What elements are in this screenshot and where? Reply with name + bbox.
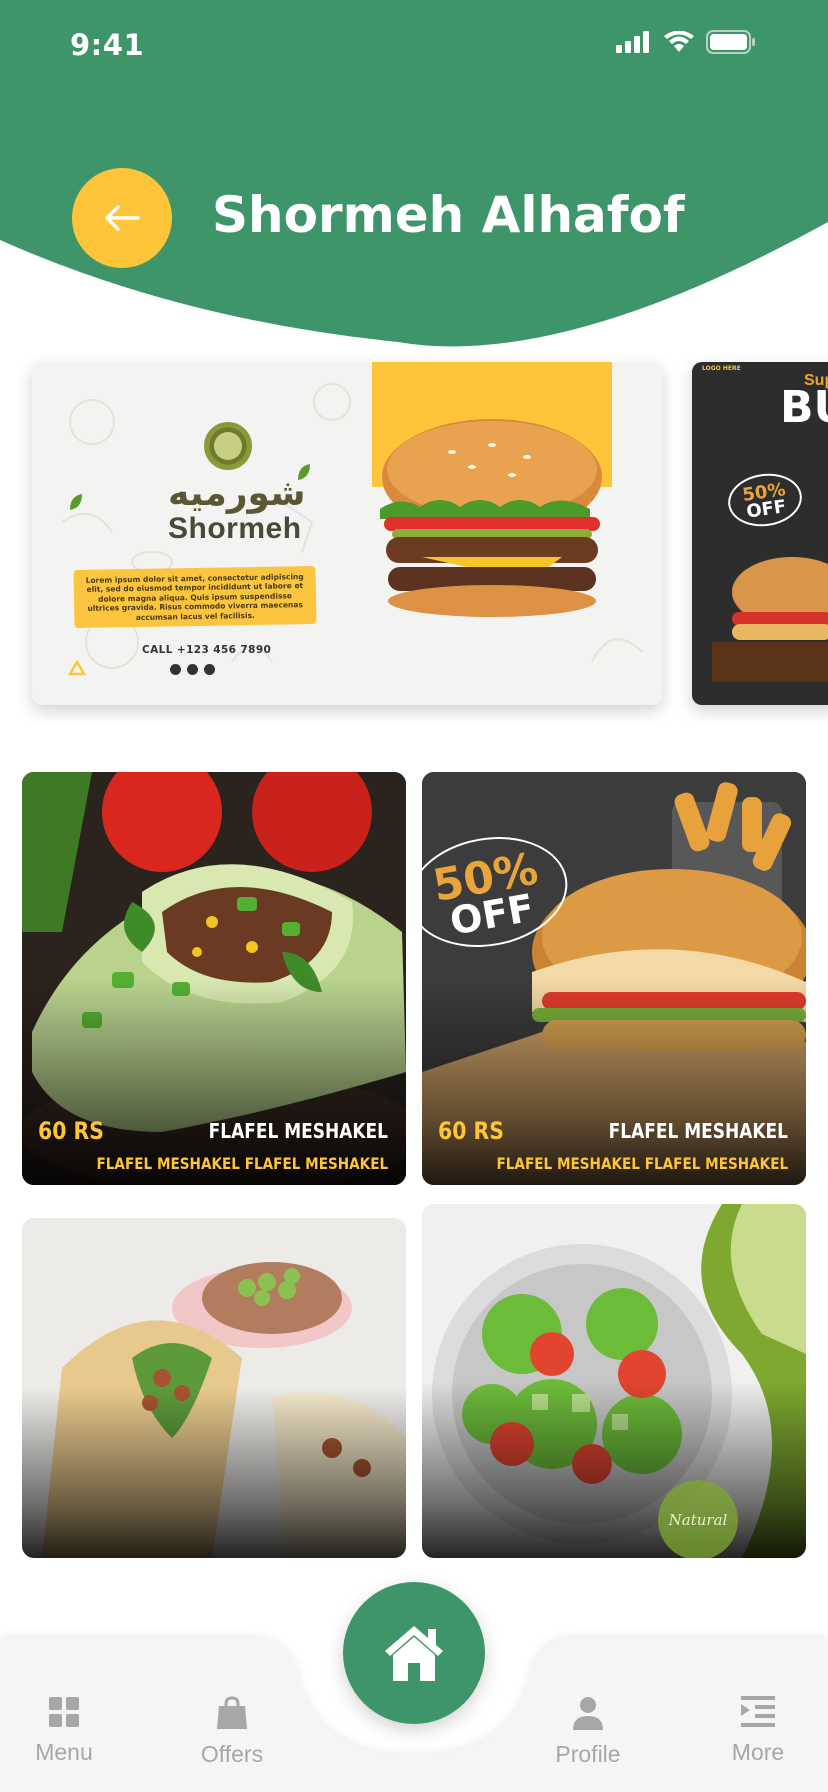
home-button[interactable] [343,1582,485,1724]
arrow-left-icon [105,205,140,231]
discount-badge: 50% OFF [724,469,806,531]
product-price: 60 RS [438,1117,504,1145]
burger-image [380,419,602,617]
grid-icon [49,1697,79,1727]
logo-placeholder: LOGO HERE [702,365,741,372]
nav-label: More [731,1739,785,1765]
product-card[interactable]: 50% OFF 60 RS FLAFEL MESHAKEL FLAFEL MES… [422,772,806,1185]
nav-item-profile[interactable]: Profile [528,1696,648,1768]
signal-icon [616,31,649,53]
battery-icon [706,30,755,54]
back-button[interactable] [72,168,172,268]
user-icon [573,1697,603,1730]
social-icons [170,664,215,675]
natural-stamp-text: Natural [668,1511,728,1529]
page-title: Shormeh Alhafof [212,186,685,244]
product-price: 60 RS [38,1117,104,1145]
shopping-bag-icon [217,1696,247,1729]
card-gradient [22,1388,406,1558]
status-time: 9:41 [70,28,145,62]
promo-banner-shormeh[interactable]: شورميه Shormeh Lorem ipsum dolor sit ame… [32,362,662,705]
status-icons [616,30,756,54]
promo-banner-burger-offer[interactable]: LOGO HERE Sup BU 50% OFF [692,362,828,705]
leaf-icon [298,464,310,480]
triangle-icon [68,660,86,676]
nav-item-offers[interactable]: Offers [172,1696,292,1768]
banner-title: BU [780,382,828,433]
home-icon [385,1626,443,1681]
nav-item-more[interactable]: More [698,1696,818,1766]
product-name: FLAFEL MESHAKEL [208,1119,388,1143]
facebook-icon [187,664,198,675]
twitter-icon [170,664,181,675]
burger-image [712,557,828,682]
product-description: FLAFEL MESHAKEL FLAFEL MESHAKEL [96,1154,388,1173]
natural-stamp: Natural [658,1480,738,1558]
list-icon [741,1696,775,1727]
instagram-icon [204,664,215,675]
logo-english-text: Shormeh [168,512,302,545]
card-gradient [422,1381,806,1558]
logo-arabic-text: شورميه [168,473,306,514]
logo-emblem [204,422,252,470]
product-card[interactable]: Natural [422,1204,806,1558]
banner-blurb: Lorem ipsum dolor sit amet, consectetur … [73,565,317,629]
wifi-icon [664,31,694,52]
shormeh-logo: شورميه Shormeh [168,422,306,545]
nav-label: Menu [35,1739,93,1765]
banner-phone: CALL +123 456 7890 [142,644,272,656]
product-card[interactable] [22,1218,406,1558]
leaf-icon [70,494,82,510]
nav-label: Profile [555,1741,621,1767]
nav-label: Offers [200,1741,264,1767]
nav-item-menu[interactable]: Menu [4,1696,124,1766]
product-description: FLAFEL MESHAKEL FLAFEL MESHAKEL [496,1154,788,1173]
discount-word: OFF [745,496,788,523]
product-card[interactable]: 60 RS FLAFEL MESHAKEL FLAFEL MESHAKEL FL… [22,772,406,1185]
product-name: FLAFEL MESHAKEL [608,1119,788,1143]
